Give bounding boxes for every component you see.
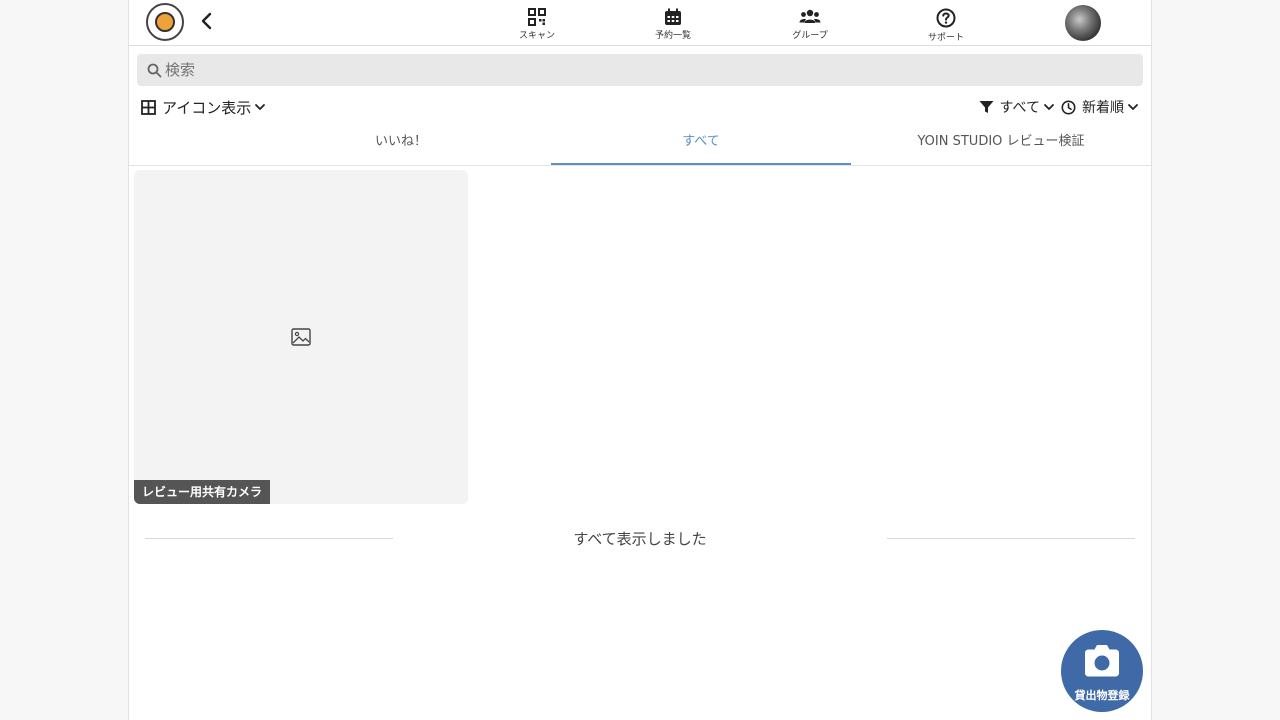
sort-dropdown[interactable]: 新着順 bbox=[1061, 97, 1139, 117]
app-logo[interactable] bbox=[146, 3, 184, 41]
header-bar: スキャン 予約一覧 グループ サポート bbox=[129, 0, 1151, 46]
register-item-button[interactable]: 貸出物登録 bbox=[1061, 630, 1143, 712]
list-controls: すべて 新着順 bbox=[973, 96, 1139, 118]
clock-icon bbox=[1061, 100, 1076, 114]
divider-right bbox=[887, 538, 1135, 539]
tab-likes[interactable]: いいね！ bbox=[251, 124, 551, 165]
chevron-left-icon bbox=[201, 12, 212, 30]
nav-groups-label: グループ bbox=[792, 31, 828, 41]
users-icon bbox=[799, 9, 821, 23]
chevron-down-icon bbox=[1044, 104, 1054, 110]
question-circle-icon bbox=[936, 8, 956, 28]
user-avatar[interactable] bbox=[1065, 5, 1101, 41]
app-container: スキャン 予約一覧 グループ サポート 検索 アイコン表示 すべて 新着順 いい… bbox=[128, 0, 1152, 720]
tab-yoin-studio[interactable]: YOIN STUDIO レビュー検証 bbox=[851, 124, 1151, 165]
nav-scan-label: スキャン bbox=[518, 31, 555, 41]
grid-icon bbox=[141, 99, 156, 115]
nav-support-label: サポート bbox=[927, 33, 964, 43]
nav-support[interactable]: サポート bbox=[906, 6, 986, 43]
filter-icon bbox=[979, 101, 994, 113]
view-mode-label: アイコン表示 bbox=[162, 98, 252, 117]
nav-groups[interactable]: グループ bbox=[770, 6, 850, 42]
item-card-label: レビュー用共有カメラ bbox=[134, 480, 271, 504]
search-icon bbox=[147, 63, 162, 78]
calendar-icon bbox=[665, 8, 681, 25]
tab-all[interactable]: すべて bbox=[551, 124, 851, 165]
tab-bar: いいね！ すべて YOIN STUDIO レビュー検証 bbox=[129, 124, 1151, 166]
list-end-indicator: すべて表示しました bbox=[145, 528, 1135, 550]
back-button[interactable] bbox=[197, 8, 217, 34]
item-card[interactable]: レビュー用共有カメラ bbox=[134, 170, 468, 504]
logo-mark bbox=[155, 12, 175, 32]
chevron-down-icon bbox=[1128, 104, 1138, 110]
search-input[interactable] bbox=[165, 54, 1125, 86]
chevron-down-icon bbox=[255, 104, 266, 110]
nav-reservations[interactable]: 予約一覧 bbox=[633, 6, 713, 42]
nav-scan[interactable]: スキャン bbox=[497, 6, 577, 42]
nav-reservations-label: 予約一覧 bbox=[654, 31, 691, 41]
filter-label: すべて bbox=[999, 100, 1040, 116]
search-bar bbox=[137, 54, 1143, 86]
view-mode-dropdown[interactable]: アイコン表示 bbox=[141, 96, 272, 118]
image-placeholder-icon bbox=[291, 328, 311, 346]
camera-icon bbox=[1085, 645, 1119, 677]
register-item-label: 貸出物登録 bbox=[1074, 689, 1130, 702]
qr-code-icon bbox=[528, 8, 546, 26]
filter-dropdown[interactable]: すべて bbox=[979, 97, 1055, 117]
sort-label: 新着順 bbox=[1082, 100, 1124, 116]
